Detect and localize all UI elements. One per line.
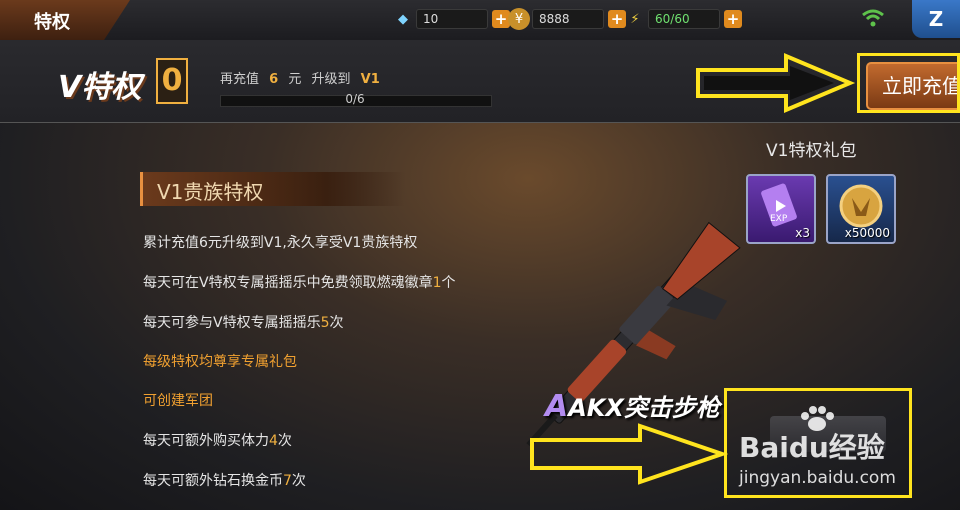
upgrade-target: V1 [360, 72, 380, 87]
privilege-item: 每天可在V特权专属摇摇乐中免费领取燃魂徽章1个 [143, 272, 456, 292]
privilege-item: 每天可额外购买体力4次 [143, 430, 292, 450]
privilege-title-bar: V1贵族特权 [140, 172, 405, 206]
gift-item-coin[interactable]: x50000 [826, 174, 896, 244]
page-title: 特权 [34, 12, 70, 33]
privilege-tail: 次 [329, 315, 344, 331]
privilege-tail: 次 [277, 433, 292, 449]
diamond-resource: ◆ 10 + [392, 8, 510, 30]
privilege-text: 每天可额外钻石换金币 [143, 473, 283, 489]
privilege-text: 每天可参与V特权专属摇摇乐 [143, 315, 321, 331]
privilege-text: 可创建军团 [143, 393, 213, 409]
privilege-item: 累计充值6元升级到V1,永久享受V1贵族特权 [143, 232, 417, 252]
privilege-item: 每天可额外钻石换金币7次 [143, 470, 306, 490]
weapon-name: AKX突击步枪 [568, 394, 720, 422]
coin-count: 8888 [532, 9, 604, 29]
coin-icon: ¥ [508, 8, 530, 30]
add-stamina-button[interactable]: + [724, 10, 742, 28]
diamond-count: 10 [416, 9, 488, 29]
diamond-icon: ◆ [398, 11, 408, 27]
privilege-text: 每天可在V特权专属摇摇乐中免费领取燃魂徽章 [143, 275, 433, 291]
upgrade-unit: 元 [288, 72, 302, 87]
privilege-tail: 个 [441, 275, 456, 291]
highlight-box-weapon [724, 388, 912, 498]
privilege-text: 每天可额外购买体力 [143, 433, 269, 449]
coin-resource: ¥ 8888 + [508, 8, 626, 30]
stamina-count: 60/60 [648, 9, 720, 29]
privilege-tail: 次 [291, 473, 306, 489]
lightning-icon: ⚡ [630, 11, 640, 27]
privilege-item: 可创建军团 [143, 390, 213, 410]
privilege-title: V1贵族特权 [157, 180, 264, 204]
top-bar: 特权 ◆ 10 + ¥ 8888 + ⚡ 60/60 + Z [0, 0, 960, 41]
gift-qty: x3 [795, 226, 810, 240]
upgrade-mid: 升级到 [311, 72, 351, 87]
vip-logo: V特权 [58, 70, 142, 105]
highlight-box-recharge [857, 53, 960, 113]
upgrade-prefix: 再充值 [220, 72, 260, 87]
progress-text: 0/6 [345, 92, 365, 106]
wifi-icon [862, 8, 884, 32]
privilege-text: 每级特权均尊享专属礼包 [143, 354, 297, 370]
stamina-resource: ⚡ 60/60 + [624, 8, 742, 30]
gift-qty: x50000 [844, 226, 890, 240]
privilege-number: 7 [283, 473, 292, 489]
gift-title: V1特权礼包 [766, 141, 857, 161]
privilege-number: 4 [269, 433, 278, 449]
arrow-right-icon [696, 52, 856, 114]
arrow-right-icon [530, 423, 728, 485]
privilege-text: 累计充值6元升级到V1,永久享受V1贵族特权 [143, 235, 418, 251]
privilege-number: 5 [320, 315, 330, 331]
upgrade-amount: 6 [269, 72, 279, 87]
privilege-number: 1 [432, 275, 442, 291]
privilege-item: 每天可参与V特权专属摇摇乐5次 [143, 312, 344, 332]
vip-level: 0 [156, 58, 188, 104]
weapon-grade: A [545, 389, 569, 424]
upgrade-hint: 再充值 6 元 升级到 V1 [220, 68, 380, 87]
privilege-item: 每级特权均尊享专属礼包 [143, 351, 297, 371]
weapon-name-label: AAKX突击步枪 [545, 388, 720, 424]
corner-button[interactable]: Z [912, 0, 960, 38]
